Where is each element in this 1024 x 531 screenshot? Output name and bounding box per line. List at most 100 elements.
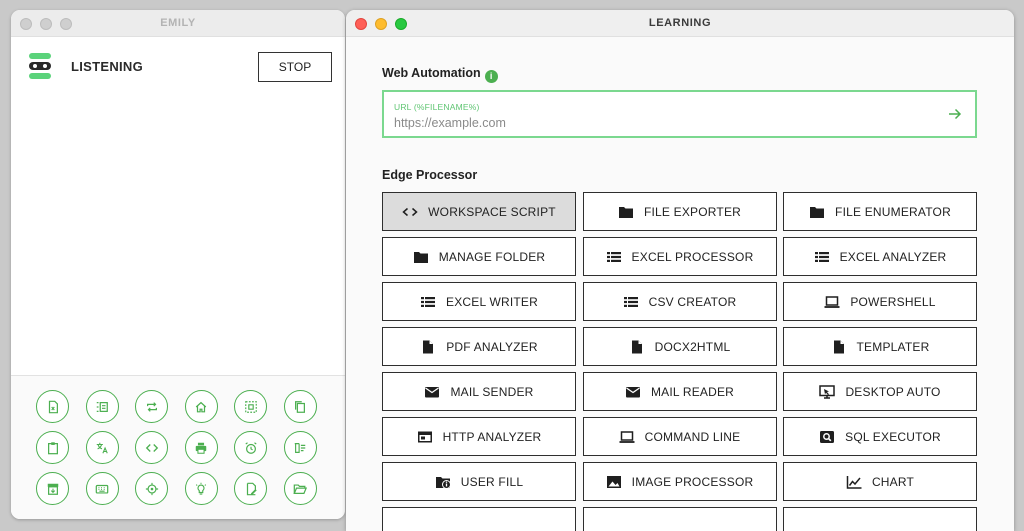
processor-button-docx2html[interactable]: DOCX2HTML (582, 327, 777, 366)
processor-button-command-line[interactable]: COMMAND LINE (582, 417, 777, 456)
processor-button-desktop-auto[interactable]: DESKTOP AUTO (783, 372, 977, 411)
tool-button-repeat[interactable] (135, 390, 169, 423)
processor-label: FILE ENUMERATOR (835, 204, 951, 219)
edge-processor-heading: Edge Processor (382, 168, 478, 182)
tool-button-excel-file[interactable] (36, 390, 69, 423)
print-icon (194, 441, 208, 455)
list-icon (420, 295, 436, 309)
learning-window: LEARNING Web Automation i URL (%FILENAME%… (346, 10, 1014, 531)
processor-button-mail-reader[interactable]: MAIL READER (582, 372, 777, 411)
processor-label: DESKTOP AUTO (845, 384, 941, 399)
mail-icon (625, 385, 641, 399)
processor-button-csv-creator[interactable]: CSV CREATOR (582, 282, 777, 321)
processor-button-http-analyzer[interactable]: HTTP ANALYZER (382, 417, 576, 456)
tool-button-edit-file[interactable] (234, 472, 268, 505)
learning-titlebar: LEARNING (346, 10, 1014, 37)
tool-button-list[interactable] (85, 390, 119, 423)
processor-label: FILE EXPORTER (643, 204, 742, 219)
processor-label: HTTP ANALYZER (442, 429, 542, 444)
processor-label: CSV CREATOR (648, 294, 737, 309)
tool-button-select-area[interactable] (234, 390, 268, 423)
tool-button-keyboard[interactable] (85, 472, 119, 505)
processor-button-cut-off-22[interactable] (582, 507, 777, 531)
emily-window: EMILY LISTENING STOP (11, 10, 345, 519)
web-automation-heading: Web Automation i (382, 66, 498, 83)
processor-label: EXCEL PROCESSOR (631, 249, 754, 264)
tool-button-lightbulb[interactable] (184, 472, 218, 505)
processor-button-cut-off-23[interactable] (783, 507, 977, 531)
processor-button-file-enumerator[interactable]: FILE ENUMERATOR (783, 192, 977, 231)
tool-button-translate[interactable] (85, 431, 119, 464)
emily-logo-icon (29, 53, 51, 79)
processor-button-manage-folder[interactable]: MANAGE FOLDER (382, 237, 576, 276)
url-input-label: URL (%FILENAME%) (394, 102, 480, 112)
tool-icon-grid (36, 390, 317, 505)
url-input-value[interactable]: https://example.com (394, 116, 506, 130)
translate-icon (95, 441, 109, 455)
emily-header: LISTENING STOP (11, 37, 345, 97)
processor-button-file-exporter[interactable]: FILE EXPORTER (582, 192, 777, 231)
delete-list-icon (293, 441, 307, 455)
tool-button-home[interactable] (184, 390, 218, 423)
folder-icon (413, 250, 429, 264)
chart-icon (846, 475, 862, 489)
processor-button-chart[interactable]: CHART (783, 462, 977, 501)
emily-titlebar: EMILY (11, 10, 345, 37)
processor-button-excel-processor[interactable]: EXCEL PROCESSOR (582, 237, 777, 276)
processor-button-user-fill[interactable]: USER FILL (382, 462, 576, 501)
processor-label: IMAGE PROCESSOR (631, 474, 754, 489)
tool-button-print[interactable] (184, 431, 218, 464)
tool-button-delete-list[interactable] (283, 431, 317, 464)
repeat-icon (145, 400, 159, 414)
processor-button-templater[interactable]: TEMPLATER (783, 327, 977, 366)
query-icon (819, 430, 835, 444)
processor-button-mail-sender[interactable]: MAIL SENDER (382, 372, 576, 411)
excel-file-icon (46, 400, 60, 414)
processor-button-powershell[interactable]: POWERSHELL (783, 282, 977, 321)
document-icon (420, 340, 436, 354)
folder-info-icon (435, 475, 451, 489)
tool-button-clipboard[interactable] (36, 431, 69, 464)
list-icon (814, 250, 830, 264)
listening-status: LISTENING (71, 59, 144, 74)
processor-button-workspace-script[interactable]: WORKSPACE SCRIPT (382, 192, 576, 231)
document-icon (629, 340, 645, 354)
code-icon (145, 441, 159, 455)
tool-button-target[interactable] (135, 472, 169, 505)
select-area-icon (244, 400, 258, 414)
stop-button[interactable]: STOP (258, 52, 332, 82)
web-window-icon (417, 430, 433, 444)
processor-button-excel-analyzer[interactable]: EXCEL ANALYZER (783, 237, 977, 276)
edit-file-icon (244, 482, 258, 496)
tool-button-code[interactable] (135, 431, 169, 464)
keyboard-icon (95, 482, 109, 496)
processor-button-excel-writer[interactable]: EXCEL WRITER (382, 282, 576, 321)
processor-label: EXCEL WRITER (446, 294, 538, 309)
processor-label: EXCEL ANALYZER (839, 249, 947, 264)
processor-label: TEMPLATER (856, 339, 930, 354)
processor-label: MANAGE FOLDER (438, 249, 546, 264)
list-icon (606, 250, 622, 264)
url-input[interactable]: URL (%FILENAME%) https://example.com (382, 90, 977, 138)
processor-button-pdf-analyzer[interactable]: PDF ANALYZER (382, 327, 576, 366)
processor-label: WORKSPACE SCRIPT (428, 204, 556, 219)
processor-button-image-processor[interactable]: IMAGE PROCESSOR (582, 462, 777, 501)
home-icon (194, 400, 208, 414)
folder-icon (618, 205, 634, 219)
web-automation-title: Web Automation (382, 66, 481, 80)
folder-icon (809, 205, 825, 219)
processor-button-cut-off-21[interactable] (382, 507, 576, 531)
tool-icon-panel (11, 375, 345, 519)
arrow-right-icon[interactable] (947, 106, 963, 122)
processor-label: DOCX2HTML (654, 339, 731, 354)
tool-button-archive[interactable] (36, 472, 69, 505)
processor-button-sql-executor[interactable]: SQL EXECUTOR (783, 417, 977, 456)
clipboard-icon (46, 441, 60, 455)
alarm-icon (244, 441, 258, 455)
tool-button-copy[interactable] (283, 390, 317, 423)
info-icon[interactable]: i (484, 70, 498, 83)
archive-icon (46, 482, 60, 496)
tool-button-alarm[interactable] (234, 431, 268, 464)
desktop-icon (819, 384, 836, 399)
tool-button-open-folder[interactable] (283, 472, 317, 505)
